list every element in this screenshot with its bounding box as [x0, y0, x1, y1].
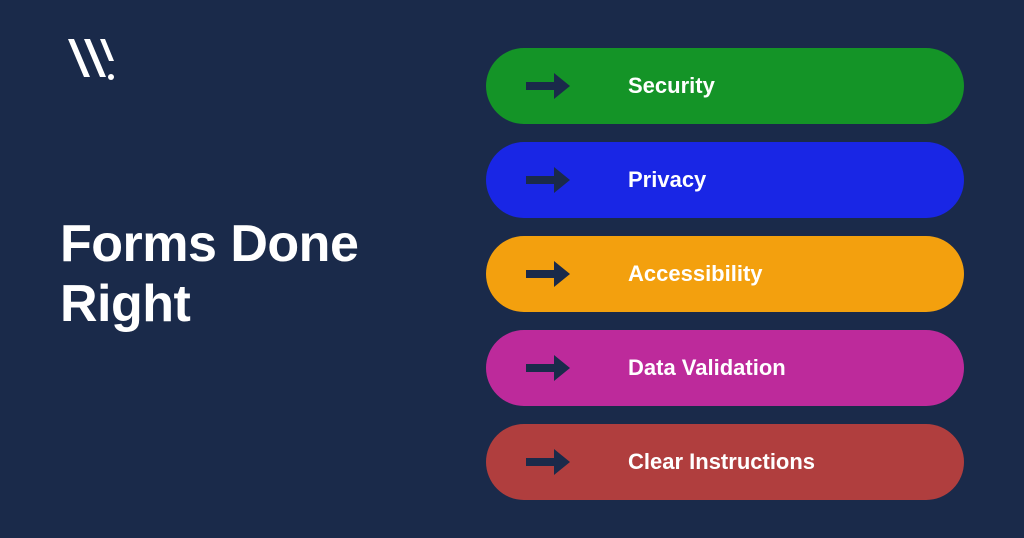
- pill-label: Privacy: [628, 167, 706, 193]
- pill-label: Data Validation: [628, 355, 786, 381]
- pill-privacy: Privacy: [486, 142, 964, 218]
- pill-data-validation: Data Validation: [486, 330, 964, 406]
- pill-label: Security: [628, 73, 715, 99]
- page-title: Forms DoneRight: [60, 215, 358, 335]
- brand-logo: [62, 35, 117, 85]
- pill-list: Security Privacy Accessibility Data Vali…: [486, 48, 964, 500]
- arrow-right-icon: [524, 259, 572, 289]
- pill-security: Security: [486, 48, 964, 124]
- pill-accessibility: Accessibility: [486, 236, 964, 312]
- arrow-right-icon: [524, 447, 572, 477]
- pill-label: Clear Instructions: [628, 449, 815, 475]
- pill-clear-instructions: Clear Instructions: [486, 424, 964, 500]
- arrow-right-icon: [524, 353, 572, 383]
- arrow-right-icon: [524, 165, 572, 195]
- pill-label: Accessibility: [628, 261, 763, 287]
- arrow-right-icon: [524, 71, 572, 101]
